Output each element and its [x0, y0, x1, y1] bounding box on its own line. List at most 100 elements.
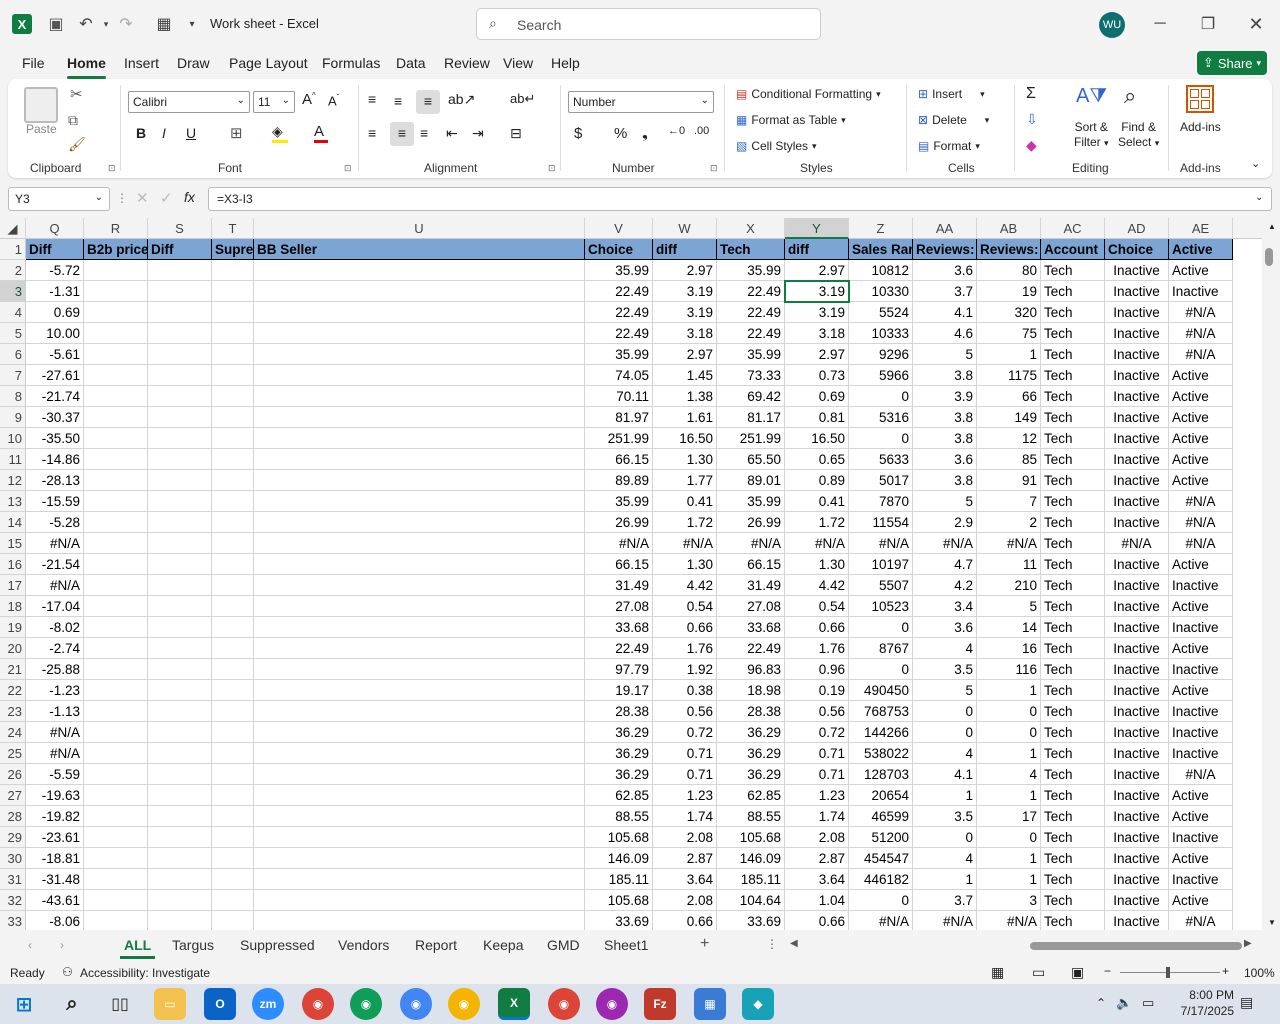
cell-ad13[interactable]: Inactive — [1105, 491, 1169, 512]
row-header[interactable]: 26 — [0, 764, 26, 785]
cell-q10[interactable]: -35.50 — [26, 428, 84, 449]
cell-aa11[interactable]: 3.6 — [913, 449, 977, 470]
underline-icon[interactable]: U — [186, 125, 196, 141]
cell-z31[interactable]: 446182 — [849, 869, 913, 890]
cell-s19[interactable] — [148, 617, 212, 638]
cell-aa28[interactable]: 3.5 — [913, 806, 977, 827]
cell-t4[interactable] — [212, 302, 254, 323]
cell-q13[interactable]: -15.59 — [26, 491, 84, 512]
cell-w33[interactable]: 0.66 — [653, 911, 717, 930]
cell-x33[interactable]: 33.69 — [717, 911, 785, 930]
cell-v32[interactable]: 105.68 — [585, 890, 653, 911]
cell-u14[interactable] — [254, 512, 585, 533]
cell-s27[interactable] — [148, 785, 212, 806]
cell-ae15[interactable]: #N/A — [1169, 533, 1233, 554]
cell-ad22[interactable]: Inactive — [1105, 680, 1169, 701]
cell-t31[interactable] — [212, 869, 254, 890]
cell-ab6[interactable]: 1 — [977, 344, 1041, 365]
cell-ae14[interactable]: #N/A — [1169, 512, 1233, 533]
cell-aa3[interactable]: 3.7 — [913, 281, 977, 302]
cell-aa29[interactable]: 0 — [913, 827, 977, 848]
cell-y27[interactable]: 1.23 — [785, 785, 849, 806]
row-header[interactable]: 15 — [0, 533, 26, 554]
cell-ad26[interactable]: Inactive — [1105, 764, 1169, 785]
align-center-icon[interactable]: ≡ — [390, 122, 414, 146]
cell-ad12[interactable]: Inactive — [1105, 470, 1169, 491]
cell-s9[interactable] — [148, 407, 212, 428]
row-header[interactable]: 28 — [0, 806, 26, 827]
cell-ae8[interactable]: Active — [1169, 386, 1233, 407]
normal-view-icon[interactable]: ▦ — [991, 964, 1004, 981]
cell-x2[interactable]: 35.99 — [717, 260, 785, 281]
cell-s24[interactable] — [148, 722, 212, 743]
cell-ae30[interactable]: Active — [1169, 848, 1233, 869]
cell-v3[interactable]: 22.49 — [585, 281, 653, 302]
cell-ae6[interactable]: #N/A — [1169, 344, 1233, 365]
cell-t15[interactable] — [212, 533, 254, 554]
cell-u24[interactable] — [254, 722, 585, 743]
cell-ad16[interactable]: Inactive — [1105, 554, 1169, 575]
cell-ab14[interactable]: 2 — [977, 512, 1041, 533]
cell-s14[interactable] — [148, 512, 212, 533]
cell-u22[interactable] — [254, 680, 585, 701]
cell-t29[interactable] — [212, 827, 254, 848]
scroll-left-icon[interactable]: ◀ — [790, 938, 798, 949]
cell-ae33[interactable]: #N/A — [1169, 911, 1233, 930]
insert-function-icon[interactable]: fx — [184, 189, 195, 205]
cell-ad4[interactable]: Inactive — [1105, 302, 1169, 323]
merge-center-icon[interactable]: ⊟ — [510, 125, 522, 142]
cell-y33[interactable]: 0.66 — [785, 911, 849, 930]
find-select-icon[interactable]: ⌕ — [1124, 83, 1136, 109]
outlook-icon[interactable]: O — [204, 988, 236, 1020]
sheet-tab-keepa[interactable]: Keepa — [483, 937, 523, 953]
increase-indent-icon[interactable]: ⇥ — [472, 125, 484, 142]
cell-t10[interactable] — [212, 428, 254, 449]
tab-help[interactable]: Help — [551, 55, 580, 71]
cell-ad25[interactable]: Inactive — [1105, 743, 1169, 764]
sheet-tab-vendors[interactable]: Vendors — [338, 937, 389, 953]
header-cell[interactable]: B2b price — [84, 239, 148, 260]
cell-ac33[interactable]: Tech — [1041, 911, 1105, 930]
cell-x14[interactable]: 26.99 — [717, 512, 785, 533]
sort-filter-button[interactable]: Sort & Filter ▾ — [1074, 120, 1109, 151]
cell-z24[interactable]: 144266 — [849, 722, 913, 743]
cell-s10[interactable] — [148, 428, 212, 449]
cell-t3[interactable] — [212, 281, 254, 302]
tab-formulas[interactable]: Formulas — [322, 55, 380, 71]
cell-t14[interactable] — [212, 512, 254, 533]
cell-q9[interactable]: -30.37 — [26, 407, 84, 428]
column-header-ac[interactable]: AC — [1041, 218, 1105, 239]
minimize-icon[interactable]: ─ — [1148, 12, 1172, 36]
cell-y10[interactable]: 16.50 — [785, 428, 849, 449]
cell-ad6[interactable]: Inactive — [1105, 344, 1169, 365]
column-header-ae[interactable]: AE — [1169, 218, 1233, 239]
maximize-icon[interactable]: ❐ — [1196, 12, 1220, 36]
cell-ab11[interactable]: 85 — [977, 449, 1041, 470]
cell-t6[interactable] — [212, 344, 254, 365]
cell-ac23[interactable]: Tech — [1041, 701, 1105, 722]
cell-w2[interactable]: 2.97 — [653, 260, 717, 281]
cell-z19[interactable]: 0 — [849, 617, 913, 638]
cell-aa8[interactable]: 3.9 — [913, 386, 977, 407]
cell-ae22[interactable]: Active — [1169, 680, 1233, 701]
cell-aa25[interactable]: 4 — [913, 743, 977, 764]
tab-data[interactable]: Data — [396, 55, 426, 71]
cell-z21[interactable]: 0 — [849, 659, 913, 680]
cell-x9[interactable]: 81.17 — [717, 407, 785, 428]
row-header[interactable]: 22 — [0, 680, 26, 701]
cell-z28[interactable]: 46599 — [849, 806, 913, 827]
header-cell[interactable]: Reviews: — [977, 239, 1041, 260]
cell-r27[interactable] — [84, 785, 148, 806]
cell-ad27[interactable]: Inactive — [1105, 785, 1169, 806]
cell-v16[interactable]: 66.15 — [585, 554, 653, 575]
cell-t27[interactable] — [212, 785, 254, 806]
cell-t7[interactable] — [212, 365, 254, 386]
sheet-tab-targus[interactable]: Targus — [172, 937, 214, 953]
start-icon[interactable]: ⊞ — [8, 988, 40, 1020]
header-cell[interactable]: Reviews: — [913, 239, 977, 260]
dialog-launcher-icon[interactable]: ⊡ — [344, 163, 352, 174]
cell-ae20[interactable]: Active — [1169, 638, 1233, 659]
row-header[interactable]: 16 — [0, 554, 26, 575]
paste-button[interactable]: Paste — [26, 122, 57, 136]
cell-ac10[interactable]: Tech — [1041, 428, 1105, 449]
